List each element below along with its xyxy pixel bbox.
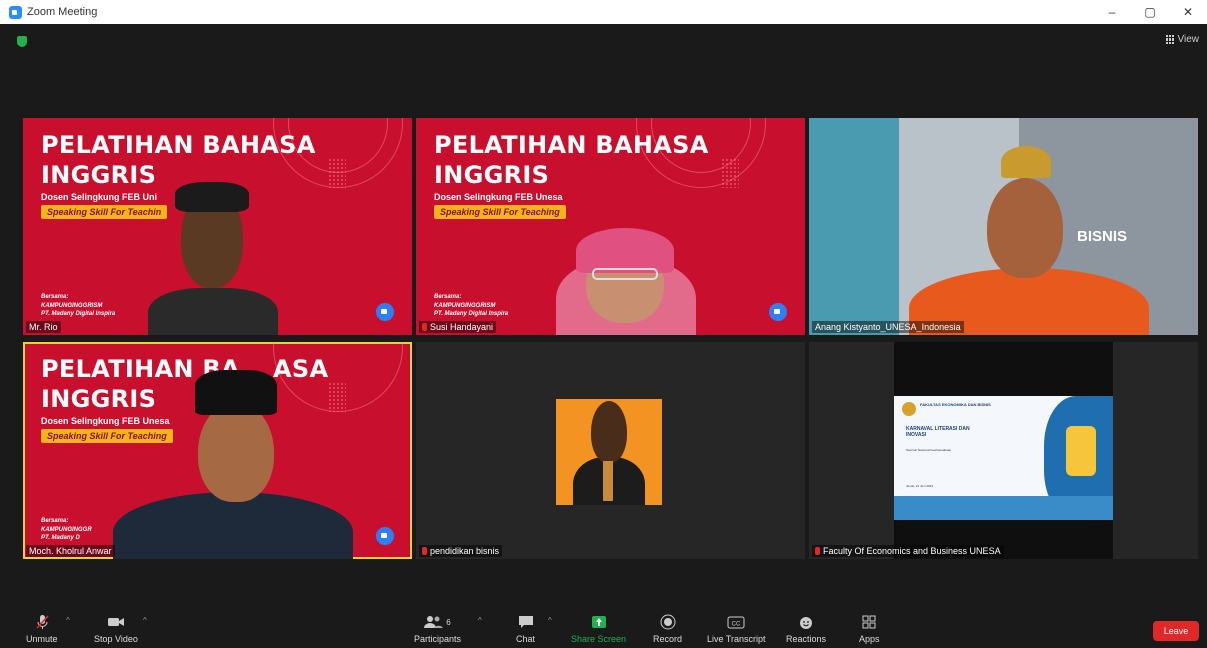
- video-tile-faculty-unesa[interactable]: FAKULTAS EKONOMIKA DAN BISNIS KARNAVAL L…: [809, 342, 1198, 559]
- banner-pill: Speaking Skill For Teachin: [41, 205, 168, 219]
- event-poster: FAKULTAS EKONOMIKA DAN BISNIS KARNAVAL L…: [894, 396, 1113, 520]
- participant-photo: [556, 399, 662, 505]
- closed-caption-icon: CC: [727, 614, 745, 630]
- participant-name: Faculty Of Economics and Business UNESA: [812, 545, 1004, 557]
- muted-mic-icon: [422, 547, 427, 555]
- chat-options-chevron-icon[interactable]: ^: [548, 616, 552, 625]
- muted-mic-icon: [422, 323, 427, 331]
- reactions-button[interactable]: Reactions: [786, 614, 826, 644]
- share-screen-icon: [591, 614, 607, 630]
- title-bar: Zoom Meeting – ▢ ✕: [0, 0, 1207, 24]
- chat-icon: [518, 614, 534, 630]
- record-button[interactable]: Record: [653, 614, 682, 644]
- banner-title-line2: INGGRIS: [434, 161, 550, 189]
- video-tile-moch-kholrul-anwar[interactable]: PELATIHAN BA ASA INGGRIS Dosen Selingkun…: [23, 342, 412, 559]
- camera-badge-icon: [376, 527, 394, 545]
- apps-button[interactable]: Apps: [859, 614, 880, 644]
- share-screen-button[interactable]: Share Screen: [571, 614, 626, 644]
- apps-icon: [862, 614, 876, 630]
- banner-foot-1: Bersama:: [41, 294, 69, 300]
- video-camera-icon: [107, 614, 125, 630]
- participants-options-chevron-icon[interactable]: ^: [478, 616, 482, 625]
- banner-subtitle: Dosen Selingkung FEB Unesa: [434, 192, 563, 202]
- window-controls: – ▢ ✕: [1093, 0, 1207, 24]
- participant-name: pendidikan bisnis: [419, 545, 503, 557]
- window-title: Zoom Meeting: [27, 6, 98, 18]
- svg-text:CC: CC: [732, 621, 741, 627]
- banner-title-line1-end: ASA: [273, 355, 329, 383]
- banner-foot-1: Bersama:: [41, 518, 69, 524]
- participant-name: Moch. Kholrul Anwar: [26, 545, 115, 557]
- view-label: View: [1177, 34, 1200, 45]
- banner-foot-2: KAMPUNGINGGRISM: [434, 303, 496, 309]
- unmute-button[interactable]: Unmute: [26, 614, 58, 644]
- audio-options-chevron-icon[interactable]: ^: [66, 616, 70, 625]
- banner-title-line1: PELATIHAN BAHASA: [41, 131, 316, 159]
- banner-foot-2: KAMPUNGINGGR: [41, 527, 92, 533]
- zoom-window: Zoom Meeting – ▢ ✕ View PELATIHAN BAHASA…: [0, 0, 1207, 648]
- video-tile-pendidikan-bisnis[interactable]: pendidikan bisnis: [416, 342, 805, 559]
- banner-subtitle: Dosen Selingkung FEB Unesa: [41, 416, 170, 426]
- banner-foot-3: PT. Madany Digital Inspira: [41, 311, 116, 317]
- record-icon: [660, 614, 676, 630]
- maximize-button[interactable]: ▢: [1131, 0, 1169, 24]
- zoom-app-icon: [9, 5, 22, 19]
- banner-pill: Speaking Skill For Teaching: [434, 205, 566, 219]
- banner-subtitle: Dosen Selingkung FEB Uni: [41, 192, 158, 202]
- banner-pill: Speaking Skill For Teaching: [41, 429, 173, 443]
- security-shield-icon[interactable]: [17, 36, 27, 47]
- participants-button[interactable]: 6 Participants: [414, 614, 461, 644]
- leave-button[interactable]: Leave: [1153, 621, 1199, 641]
- view-button[interactable]: View: [1165, 34, 1200, 45]
- camera-badge-icon: [769, 303, 787, 321]
- banner-title-line2: INGGRIS: [41, 385, 157, 413]
- video-options-chevron-icon[interactable]: ^: [143, 616, 147, 625]
- wall-text: BISNIS: [1077, 228, 1128, 245]
- banner-foot-3: PT. Madany Digital Inspira: [434, 311, 509, 317]
- banner-foot-2: KAMPUNGINGGRISM: [41, 303, 103, 309]
- participant-name: Susi Handayani: [419, 321, 497, 333]
- reactions-emoji-icon: [798, 614, 814, 630]
- banner-foot-3: PT. Madany D: [41, 535, 80, 541]
- participants-icon: 6: [424, 614, 451, 630]
- video-tile-anang-kistyanto[interactable]: BISNIS Anang Kistyanto_UNESA_Indonesia: [809, 118, 1198, 335]
- muted-microphone-icon: [34, 614, 50, 630]
- banner-title-line2: INGGRIS: [41, 161, 157, 189]
- chat-button[interactable]: Chat: [516, 614, 535, 644]
- minimize-button[interactable]: –: [1093, 0, 1131, 24]
- video-tile-susi-handayani[interactable]: PELATIHAN BAHASA INGGRIS Dosen Selingkun…: [416, 118, 805, 335]
- live-transcript-button[interactable]: CC Live Transcript: [707, 614, 766, 644]
- grid-icon: [1165, 35, 1175, 44]
- close-button[interactable]: ✕: [1169, 0, 1207, 24]
- participant-name: Anang Kistyanto_UNESA_Indonesia: [812, 321, 964, 333]
- meeting-toolbar: Unmute ^ Stop Video ^ 6 Participants ^ C…: [0, 608, 1207, 648]
- participant-name: Mr. Rio: [26, 321, 61, 333]
- meeting-area: View PELATIHAN BAHASA INGGRIS Dosen Seli…: [0, 24, 1207, 608]
- stop-video-button[interactable]: Stop Video: [94, 614, 138, 644]
- banner-title-line1: PELATIHAN BAHASA: [434, 131, 709, 159]
- camera-badge-icon: [376, 303, 394, 321]
- banner-foot-1: Bersama:: [434, 294, 462, 300]
- video-tile-mr-rio[interactable]: PELATIHAN BAHASA INGGRIS Dosen Selingkun…: [23, 118, 412, 335]
- muted-mic-icon: [815, 547, 820, 555]
